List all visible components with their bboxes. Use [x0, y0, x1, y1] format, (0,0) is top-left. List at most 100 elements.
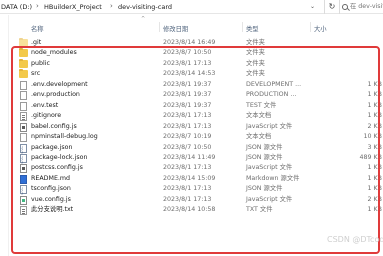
- file-size: 2 KB: [367, 195, 382, 203]
- file-modified-date: 2023/8/7 10:19: [163, 133, 212, 141]
- file-size: 1 KB: [367, 164, 382, 172]
- file-modified-date: 2023/8/1 19:37: [163, 80, 212, 88]
- file-name: npminstall-debug.log: [31, 133, 98, 141]
- navigation-pane[interactable]: [0, 15, 9, 256]
- file-row[interactable]: README.md 2023/8/14 15:09 Markdown 源文件 1 KB: [17, 174, 383, 184]
- refresh-icon[interactable]: ↻: [327, 1, 337, 13]
- file-type: JSON 源文件: [246, 143, 283, 151]
- chevron-down-icon[interactable]: ⌄: [309, 3, 316, 10]
- txt-icon: [20, 112, 27, 122]
- js-icon: [20, 122, 27, 132]
- file-row[interactable]: tsconfig.json 2023/8/1 17:13 JSON 源文件 1 KB: [17, 184, 383, 195]
- folder-icon: [19, 38, 28, 47]
- column-header-name[interactable]: 名称: [31, 24, 44, 33]
- file-type: 文本文档: [246, 133, 272, 141]
- address-bar: DATA (D:) › HBuilderX_Project › dev-visi…: [0, 0, 383, 14]
- file-name: README.md: [31, 174, 71, 182]
- file-modified-date: 2023/8/1 17:13: [163, 112, 212, 120]
- column-header-size[interactable]: 大小: [314, 24, 327, 33]
- file-size: 489 KB: [359, 153, 382, 161]
- file-modified-date: 2023/8/1 19:37: [163, 101, 212, 109]
- file-row[interactable]: src 2023/8/14 14:53 文件夹: [17, 69, 383, 79]
- file-row[interactable]: .git 2023/8/14 16:49 文件夹: [17, 38, 383, 48]
- file-size: 3 KB: [367, 143, 382, 151]
- search-input[interactable]: [350, 3, 383, 10]
- column-header-type[interactable]: 类型: [246, 24, 259, 33]
- file-modified-date: 2023/8/1 19:37: [163, 91, 212, 99]
- file-name: src: [31, 70, 41, 78]
- file-row[interactable]: vue.config.js 2023/8/1 17:13 JavaScript 文件…: [17, 195, 383, 205]
- file-name: .env.development: [31, 80, 88, 88]
- file-type: 文件夹: [246, 70, 265, 78]
- file-type: 文件夹: [246, 49, 265, 57]
- file-row[interactable]: babel.config.js 2023/8/1 17:13 JavaScript …: [17, 122, 383, 132]
- column-divider[interactable]: [242, 22, 243, 32]
- file-type: JavaScript 文件: [246, 195, 293, 203]
- file-size: 1 KB: [367, 112, 382, 120]
- file-name: babel.config.js: [31, 122, 77, 130]
- file-name: .git: [31, 39, 42, 46]
- file-row[interactable]: public 2023/8/1 17:13 文件夹: [17, 58, 383, 69]
- file-icon: [20, 80, 27, 90]
- file-row[interactable]: postcss.config.js 2023/8/1 17:13 JavaScrip…: [17, 163, 383, 174]
- txt-icon: [20, 206, 27, 216]
- file-name: vue.config.js: [31, 195, 71, 203]
- file-row[interactable]: node_modules 2023/8/7 10:50 文件夹: [17, 48, 383, 58]
- file-size: 1 KB: [367, 91, 382, 99]
- file-type: TXT 文件: [246, 206, 273, 214]
- breadcrumb-chevron-icon: ›: [110, 2, 113, 10]
- file-size: 1 KB: [367, 80, 382, 88]
- breadcrumb[interactable]: DATA (D:) › HBuilderX_Project › dev-visi…: [0, 0, 325, 14]
- file-icon: [20, 101, 27, 111]
- file-size: 1 KB: [367, 174, 382, 182]
- file-name: tsconfig.json: [31, 185, 71, 193]
- file-row[interactable]: .env.production 2023/8/1 19:37 PRODUCTION …: [17, 90, 383, 101]
- search-box[interactable]: [339, 0, 383, 14]
- file-name: .gitignore: [31, 112, 62, 120]
- breadcrumb-drive[interactable]: DATA (D:): [1, 3, 32, 11]
- file-name: package.json: [31, 143, 73, 151]
- file-type: JSON 源文件: [246, 153, 283, 161]
- file-modified-date: 2023/8/7 10:50: [163, 49, 212, 57]
- json-icon: [20, 153, 27, 164]
- column-header-date[interactable]: 修改日期: [163, 24, 188, 33]
- file-modified-date: 2023/8/7 10:50: [163, 143, 212, 151]
- file-size: 1 KB: [367, 185, 382, 193]
- file-name: node_modules: [31, 49, 77, 57]
- file-modified-date: 2023/8/1 17:13: [163, 195, 212, 203]
- file-name: 此分支说明.txt: [31, 206, 74, 214]
- file-type: Markdown 源文件: [246, 174, 300, 182]
- file-type: TEST 文件: [246, 101, 277, 109]
- file-row[interactable]: npminstall-debug.log 2023/8/7 10:19 文本文档 10…: [17, 132, 383, 143]
- breadcrumb-folder[interactable]: dev-visiting-card: [118, 3, 172, 11]
- file-row[interactable]: package-lock.json 2023/8/14 11:49 JSON 源文件…: [17, 153, 383, 164]
- sort-ascending-icon: ^: [141, 16, 146, 22]
- breadcrumb-project[interactable]: HBuilderX_Project: [44, 3, 102, 11]
- js-icon: [20, 164, 27, 174]
- log-icon: [20, 133, 27, 143]
- watermark: CSDN @DTcode7: [327, 235, 383, 244]
- file-row[interactable]: .env.development 2023/8/1 19:37 DEVELOPMEN…: [17, 80, 383, 90]
- file-type: JavaScript 文件: [246, 164, 293, 172]
- json-icon: [20, 143, 27, 154]
- file-size: 1 KB: [367, 206, 382, 214]
- search-icon: [342, 4, 348, 10]
- file-modified-date: 2023/8/1 17:13: [163, 185, 212, 193]
- file-name: .env.production: [31, 91, 80, 99]
- file-size: 2 KB: [367, 122, 382, 130]
- column-divider[interactable]: [159, 22, 160, 32]
- md-icon: [20, 174, 27, 184]
- file-modified-date: 2023/8/1 17:13: [163, 164, 212, 172]
- file-type: PRODUCTION ...: [246, 91, 297, 99]
- file-modified-date: 2023/8/14 15:09: [163, 174, 216, 182]
- json-icon: [20, 185, 27, 195]
- file-type: JavaScript 文件: [246, 122, 293, 130]
- file-row[interactable]: 此分支说明.txt 2023/8/14 10:58 TXT 文件 1 KB: [17, 205, 383, 216]
- file-row[interactable]: .gitignore 2023/8/1 17:13 文本文档 1 KB: [17, 111, 383, 122]
- file-modified-date: 2023/8/14 14:53: [163, 70, 216, 78]
- column-divider[interactable]: [310, 22, 311, 32]
- vue-icon: [20, 195, 27, 205]
- file-row[interactable]: .env.test 2023/8/1 19:37 TEST 文件 1 KB: [17, 101, 383, 111]
- file-row[interactable]: package.json 2023/8/7 10:50 JSON 源文件 3 KB: [17, 143, 383, 154]
- folder-icon: [19, 48, 28, 58]
